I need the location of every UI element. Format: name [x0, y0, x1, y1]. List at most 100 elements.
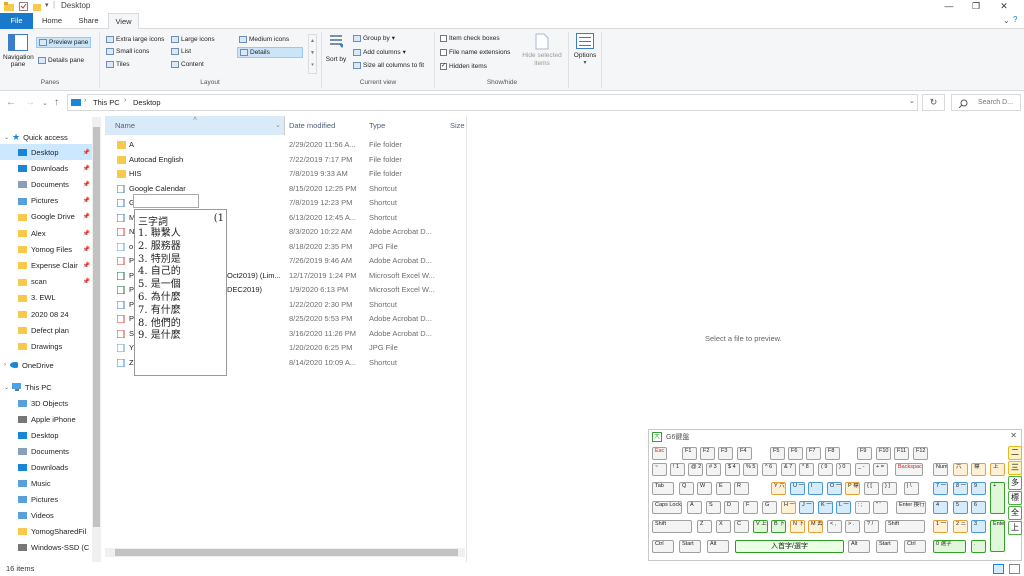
scroll-thumb[interactable]	[115, 549, 458, 556]
keyboard-key[interactable]: O 一	[827, 482, 842, 495]
keyboard-key[interactable]: 5	[953, 501, 968, 514]
column-header-name[interactable]: Name ˄ ⌄	[105, 116, 285, 135]
keyboard-key[interactable]: A	[687, 501, 702, 514]
add-columns-button[interactable]: Add columns ▾	[353, 48, 406, 56]
recent-locations-icon[interactable]: ⌄	[42, 99, 48, 107]
tab-file[interactable]: File	[0, 13, 33, 29]
nav-item[interactable]: Documents	[0, 443, 92, 459]
ime-candidate[interactable]: 7. 有什麼	[138, 305, 181, 317]
column-header-date[interactable]: Date modified	[289, 116, 367, 135]
keyboard-key[interactable]: 0 選字	[933, 540, 966, 553]
keyboard-key[interactable]: D	[724, 501, 739, 514]
keyboard-key[interactable]: Caps Lock	[652, 501, 682, 514]
refresh-button[interactable]: ↻	[922, 94, 945, 111]
ime-candidate[interactable]: 8. 他們的	[138, 318, 181, 330]
navigation-pane-button[interactable]: Navigation pane	[3, 32, 34, 76]
minimize-button[interactable]: —	[937, 0, 961, 13]
column-dropdown-icon[interactable]: ⌄	[275, 116, 281, 135]
sort-by-button[interactable]: Sort by	[325, 34, 347, 63]
layout-scroll[interactable]: ▲ ▼ ▾	[308, 34, 317, 74]
keyboard-key[interactable]: & 7	[781, 463, 796, 476]
file-name-extensions-toggle[interactable]: File name extensions	[440, 49, 510, 56]
tiles-option[interactable]: Tiles	[106, 61, 129, 68]
scroll-thumb[interactable]	[93, 127, 100, 527]
search-input[interactable]: Search D...	[951, 94, 1021, 111]
new-folder-icon[interactable]	[33, 2, 41, 11]
details-pane-button[interactable]: Details pane	[38, 57, 84, 64]
keyboard-key[interactable]: F2	[700, 447, 715, 460]
keyboard-key[interactable]: Num Lock	[933, 463, 948, 476]
tab-home[interactable]: Home	[36, 13, 68, 29]
keyboard-key[interactable]: U 一	[790, 482, 805, 495]
ime-candidate[interactable]: 1. 聯繫人	[138, 228, 181, 240]
tab-share[interactable]: Share	[71, 13, 106, 29]
keyboard-key[interactable]: E	[716, 482, 731, 495]
keyboard-key[interactable]: ^ 6	[762, 463, 777, 476]
keyboard-key[interactable]: 2 三	[953, 520, 968, 533]
hidden-items-toggle[interactable]: ✓ Hidden items	[440, 63, 487, 70]
medium-icons-option[interactable]: Medium icons	[239, 36, 289, 43]
nav-item[interactable]: Windows-SSD (C	[0, 539, 92, 555]
keyboard-key[interactable]: F12	[913, 447, 928, 460]
keyboard-key[interactable]: _ -	[855, 463, 870, 476]
keyboard-key[interactable]: Enter 換行	[896, 501, 926, 514]
properties-icon[interactable]	[19, 2, 28, 11]
keyboard-key[interactable]: * 8	[799, 463, 814, 476]
keyboard-key[interactable]: Alt	[707, 540, 729, 553]
keyboard-key[interactable]: $ 4	[725, 463, 740, 476]
keyboard-key[interactable]: ~	[652, 463, 667, 476]
keyboard-key[interactable]: I	[808, 482, 823, 495]
keyboard-mode-button[interactable]: 標	[1008, 491, 1022, 505]
keyboard-key[interactable]: X	[716, 520, 731, 533]
forward-arrow-icon[interactable]: →	[25, 97, 35, 108]
nav-onedrive[interactable]: › OneDrive	[0, 357, 92, 373]
extra-large-icons-option[interactable]: Extra large icons	[106, 36, 164, 43]
keyboard-key[interactable]: ( 9	[818, 463, 833, 476]
preview-pane-button[interactable]: Preview pane	[36, 37, 92, 48]
small-icons-option[interactable]: Small icons	[106, 48, 149, 55]
tab-view[interactable]: View	[108, 13, 139, 29]
help-icon[interactable]: ?	[1013, 15, 1017, 24]
keyboard-key[interactable]: 4	[933, 501, 948, 514]
nav-item[interactable]: scan 📌	[0, 274, 92, 290]
details-view-icon[interactable]	[993, 564, 1004, 574]
keyboard-key[interactable]: B 下	[771, 520, 786, 533]
keyboard-key[interactable]: % 5	[743, 463, 758, 476]
list-option[interactable]: List	[171, 48, 191, 55]
back-arrow-icon[interactable]: ←	[6, 97, 16, 108]
nav-item[interactable]: Downloads 📌	[0, 160, 92, 176]
ime-candidate[interactable]: 6. 為什麼	[138, 292, 181, 304]
keyboard-mode-button[interactable]: 全	[1008, 506, 1022, 520]
nav-item[interactable]: Downloads	[0, 459, 92, 475]
nav-item[interactable]: Pictures	[0, 491, 92, 507]
keyboard-mode-button[interactable]: 三	[1008, 461, 1022, 475]
close-button[interactable]: ✕	[992, 0, 1016, 13]
keyboard-key[interactable]: N 下	[790, 520, 805, 533]
nav-item[interactable]: Pictures 📌	[0, 193, 92, 209]
breadcrumb-desktop[interactable]: Desktop	[133, 98, 161, 107]
keyboard-key[interactable]: J 一	[799, 501, 814, 514]
keyboard-key[interactable]: H 一	[781, 501, 796, 514]
navigation-scrollbar[interactable]	[92, 117, 101, 562]
keyboard-key[interactable]: S	[706, 501, 721, 514]
horizontal-scrollbar[interactable]	[105, 548, 465, 557]
column-header-type[interactable]: Type	[369, 116, 447, 135]
quick-access-dropdown[interactable]: ▾	[45, 1, 49, 9]
hide-selected-items-button[interactable]: Hide selected items	[519, 33, 565, 68]
ime-candidate[interactable]: 3. 特別是	[138, 254, 181, 266]
keyboard-key[interactable]: F11	[894, 447, 909, 460]
keyboard-key[interactable]: V 上	[753, 520, 768, 533]
keyboard-key[interactable]: Shift	[652, 520, 692, 533]
ime-candidate[interactable]: 4. 自己的	[138, 266, 181, 278]
keyboard-key[interactable]: Y 六	[771, 482, 786, 495]
options-button[interactable]: Options ▾	[571, 33, 599, 66]
keyboard-key[interactable]: F4	[737, 447, 752, 460]
keyboard-key[interactable]: 6	[971, 501, 986, 514]
address-dropdown-icon[interactable]: ⌄	[909, 97, 915, 105]
ime-candidate[interactable]: 9. 是什麼	[138, 330, 181, 342]
item-check-boxes-toggle[interactable]: Item check boxes	[440, 35, 500, 42]
keyboard-mode-button[interactable]: 上	[1008, 521, 1022, 535]
nav-item[interactable]: Yomog Files 📌	[0, 241, 92, 257]
keyboard-key[interactable]: M 丟	[808, 520, 823, 533]
file-row[interactable]: Autocad English 7/22/2019 7:17 PM File fol…	[105, 153, 465, 168]
